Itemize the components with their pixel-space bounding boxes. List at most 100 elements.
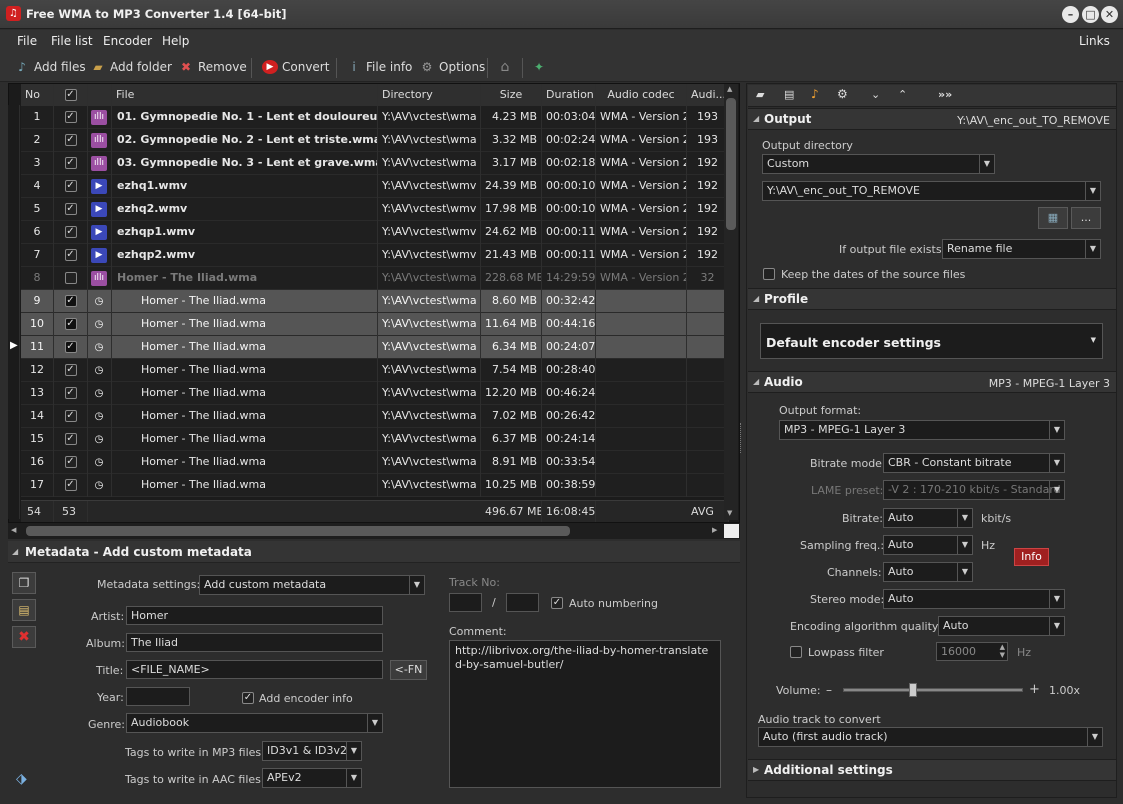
add-files-button[interactable]: ♪ Add files (14, 60, 85, 74)
scroll-right-icon[interactable]: ▶ (712, 526, 717, 534)
keep-dates-checkbox[interactable] (763, 267, 775, 280)
table-row[interactable]: 1 ✓ ıllı 01. Gymnopedie No. 1 - Lent et dou… (21, 106, 729, 129)
audio-track-dropdown[interactable]: Auto (first audio track) ▼ (758, 727, 1103, 747)
table-row[interactable]: 14 ✓ ◷ Homer - The Iliad.wma Y:\AV\vctest\wm… (21, 405, 729, 428)
row-checkbox[interactable]: ✓ (54, 336, 88, 359)
additional-settings-header[interactable]: ▶ Additional settings (748, 759, 1116, 781)
volume-slider-thumb[interactable] (909, 683, 917, 697)
check-icon[interactable]: ✓ (64, 456, 77, 468)
filename-to-title-button[interactable]: <-FN (390, 660, 427, 680)
tag-icon[interactable]: ⬗ (16, 771, 27, 787)
clear-metadata-button[interactable]: ✖ (12, 626, 36, 648)
comment-textarea[interactable]: http://librivox.org/the-iliad-by-homer-t… (449, 640, 721, 788)
row-checkbox[interactable]: ✓ (54, 451, 88, 474)
table-row[interactable]: 9 ✓ ◷ Homer - The Iliad.wma Y:\AV\vctest\wma… (21, 290, 729, 313)
expand-all-icon[interactable]: ⌃ (898, 88, 907, 101)
volume-plus-icon[interactable]: + (1029, 682, 1040, 697)
remove-button[interactable]: ✖ Remove (178, 60, 247, 74)
vertical-scrollbar[interactable]: ▲ ▼ (724, 84, 738, 520)
menu-help[interactable]: Help (162, 34, 189, 48)
close-button[interactable]: ✕ (1101, 6, 1118, 23)
sampling-freq-dropdown[interactable]: Auto ▼ (883, 535, 973, 555)
check-icon[interactable]: ✓ (64, 157, 77, 169)
row-checkbox[interactable]: ✓ (54, 405, 88, 428)
output-section-header[interactable]: ◢ Output Y:\AV\_enc_out_TO_REMOVE (748, 108, 1116, 130)
open-folder-button[interactable]: ▦ (1038, 207, 1068, 229)
table-row[interactable]: 17 ✓ ◷ Homer - The Iliad.wma Y:\AV\vctest\wm… (21, 474, 729, 497)
stereo-mode-dropdown[interactable]: Auto ▼ (883, 589, 1065, 609)
row-checkbox[interactable]: ✓ (54, 290, 88, 313)
artist-input[interactable]: Homer (126, 606, 383, 625)
check-icon[interactable]: ✓ (64, 410, 77, 422)
collapse-all-icon[interactable]: ⌄ (871, 88, 880, 101)
check-icon[interactable]: ✓ (64, 249, 77, 261)
table-row[interactable]: 12 ✓ ◷ Homer - The Iliad.wma Y:\AV\vctest\wm… (21, 359, 729, 382)
table-row[interactable]: 3 ✓ ıllı 03. Gymnopedie No. 3 - Lent et gra… (21, 152, 729, 175)
encoding-quality-dropdown[interactable]: Auto ▼ (938, 616, 1065, 636)
menu-links[interactable]: Links (1079, 34, 1110, 48)
title-input[interactable]: <FILE_NAME> (126, 660, 383, 679)
browse-button[interactable]: ... (1071, 207, 1101, 229)
check-icon[interactable]: ✓ (64, 111, 77, 123)
row-checkbox[interactable]: ✓ (54, 428, 88, 451)
table-row[interactable]: 8 ıllı Homer - The Iliad.wma Y:\AV\vctest\w… (21, 267, 729, 290)
bitrate-mode-dropdown[interactable]: CBR - Constant bitrate ▼ (883, 453, 1065, 473)
check-icon[interactable]: ✓ (64, 479, 77, 491)
aac-tags-dropdown[interactable]: APEv2 ▼ (262, 768, 362, 788)
check-icon[interactable]: ✓ (64, 226, 77, 238)
lowpass-checkbox[interactable] (790, 645, 802, 658)
table-row[interactable]: 10 ✓ ◷ Homer - The Iliad.wma Y:\AV\vctest\wm… (21, 313, 729, 336)
pin-button[interactable]: ✦ (531, 60, 547, 74)
lame-preset-dropdown[interactable]: -V 2 : 170-210 kbit/s - Standard ▼ (883, 480, 1065, 500)
volume-slider[interactable] (843, 683, 1023, 697)
volume-minus-icon[interactable]: – (826, 683, 832, 697)
check-icon[interactable]: ✓ (64, 295, 77, 307)
table-row[interactable]: 5 ✓ ▶ ezhq2.wmv Y:\AV\vctest\wmv 17.98 MB 00:0… (21, 198, 729, 221)
maximize-button[interactable]: □ (1082, 6, 1099, 23)
track-total-input[interactable] (506, 593, 539, 612)
copy-metadata-button[interactable]: ❐ (12, 572, 36, 594)
output-format-dropdown[interactable]: MP3 - MPEG-1 Layer 3 ▼ (779, 420, 1065, 440)
column-file[interactable]: File (112, 84, 378, 106)
row-checkbox[interactable]: ✓ (54, 313, 88, 336)
horizontal-scroll-thumb[interactable] (26, 526, 570, 536)
auto-numbering-checkbox[interactable]: ✓ (551, 596, 563, 609)
row-checkbox[interactable]: ✓ (54, 474, 88, 497)
check-icon[interactable]: ✓ (64, 387, 77, 399)
row-checkbox[interactable]: ✓ (54, 175, 88, 198)
column-audio[interactable]: Audi... (687, 84, 729, 106)
check-icon[interactable]: ✓ (64, 203, 77, 215)
add-encoder-info-checkbox[interactable]: ✓ (242, 691, 254, 704)
row-checkbox[interactable]: ✓ (54, 152, 88, 175)
album-input[interactable]: The Iliad (126, 633, 383, 652)
row-checkbox[interactable] (54, 267, 88, 290)
check-icon[interactable]: ✓ (64, 180, 77, 192)
output-directory-mode-dropdown[interactable]: Custom ▼ (762, 154, 995, 174)
row-checkbox[interactable]: ✓ (54, 221, 88, 244)
check-icon[interactable]: ✓ (64, 341, 77, 353)
minimize-button[interactable]: – (1062, 6, 1079, 23)
mp3-tags-dropdown[interactable]: ID3v1 & ID3v2 ▼ (262, 741, 362, 761)
if-exists-dropdown[interactable]: Rename file ▼ (942, 239, 1101, 259)
audio-section-header[interactable]: ◢ Audio MP3 - MPEG-1 Layer 3 (748, 371, 1116, 393)
column-no[interactable]: No (21, 84, 54, 106)
row-checkbox[interactable]: ✓ (54, 359, 88, 382)
table-row[interactable]: 16 ✓ ◷ Homer - The Iliad.wma Y:\AV\vctest\wm… (21, 451, 729, 474)
column-codec[interactable]: Audio codec (596, 84, 687, 106)
column-directory[interactable]: Directory (378, 84, 481, 106)
horizontal-scrollbar[interactable]: ◀ ▶ (8, 523, 740, 539)
row-checkbox[interactable]: ✓ (54, 106, 88, 129)
table-row[interactable]: 11 ✓ ◷ Homer - The Iliad.wma Y:\AV\vctest\wm… (21, 336, 729, 359)
row-checkbox[interactable]: ✓ (54, 382, 88, 405)
spinner-icon[interactable]: ▲ ▼ (1000, 643, 1005, 659)
track-number-input[interactable] (449, 593, 482, 612)
paste-metadata-button[interactable]: ▤ (12, 599, 36, 621)
row-checkbox[interactable]: ✓ (54, 198, 88, 221)
check-icon[interactable]: ✓ (64, 433, 77, 445)
scroll-left-icon[interactable]: ◀ (11, 526, 16, 534)
gear-tab-icon[interactable]: ⚙ (837, 87, 848, 101)
profile-section-header[interactable]: ◢ Profile (748, 288, 1116, 310)
vertical-scroll-thumb[interactable] (726, 98, 736, 230)
channels-dropdown[interactable]: Auto ▼ (883, 562, 973, 582)
add-folder-button[interactable]: ▰ Add folder (90, 60, 172, 74)
